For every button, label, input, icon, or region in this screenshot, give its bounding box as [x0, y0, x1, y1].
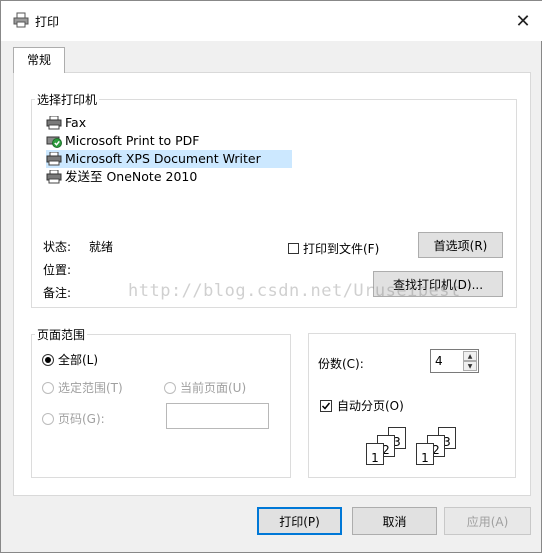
printer-icon [46, 151, 62, 166]
range-current-page-radio[interactable] [164, 381, 176, 394]
collate-label: 自动分页(O) [337, 399, 404, 413]
range-pages-label: 页码(G): [58, 412, 105, 426]
page-range-legend: 页面范围 [35, 326, 88, 343]
printer-name: Fax [65, 115, 87, 130]
collate-sheet: 1 [416, 443, 434, 465]
chevron-up-icon: ▲ [467, 352, 473, 360]
range-current-page-label: 当前页面(U) [180, 381, 247, 395]
tab-general[interactable]: 常规 [13, 47, 65, 73]
window-title: 打印 [35, 15, 60, 29]
range-selection-label: 选定范围(T) [58, 381, 123, 395]
printer-icon [46, 169, 62, 184]
range-selection-option[interactable]: 选定范围(T) [42, 379, 123, 396]
print-to-file-checkbox[interactable] [288, 243, 299, 254]
copies-up-button[interactable]: ▲ [463, 351, 477, 361]
range-all-option[interactable]: 全部(L) [42, 351, 98, 368]
printer-item-microsoft-xps-document-writer[interactable]: Microsoft XPS Document Writer [46, 150, 292, 168]
printer-name: Microsoft Print to PDF [65, 133, 200, 148]
copies-value: 4 [435, 354, 443, 368]
printer-item-fax[interactable]: Fax [46, 114, 292, 132]
find-printer-button[interactable]: 查找打印机(D)... [373, 271, 503, 297]
range-pages-radio[interactable] [42, 412, 54, 425]
title-bar: 打印 ✕ [1, 1, 543, 41]
printer-item-microsoft-print-to-pdf[interactable]: Microsoft Print to PDF [46, 132, 292, 150]
select-printer-legend: 选择打印机 [35, 91, 100, 108]
cancel-button[interactable]: 取消 [352, 507, 437, 535]
collate-sheet: 1 [366, 443, 384, 465]
copies-spinner[interactable]: 4 ▲ ▼ [430, 349, 479, 373]
printer-icon [13, 12, 29, 28]
status-label: 状态: [43, 240, 72, 254]
printer-name: Microsoft XPS Document Writer [65, 151, 261, 166]
tab-panel-general: 选择打印机 Fax Microsoft Print to PDF Microso… [13, 72, 531, 496]
printer-list[interactable]: Fax Microsoft Print to PDF Microsoft XPS… [46, 114, 292, 186]
location-label: 位置: [43, 263, 72, 277]
preferences-button[interactable]: 首选项(R) [418, 232, 503, 258]
print-to-file-label: 打印到文件(F) [303, 242, 380, 256]
default-printer-icon [46, 134, 62, 148]
copies-label: 份数(C): [318, 357, 364, 371]
fax-printer-icon [46, 115, 62, 130]
printer-item-send-to-onenote[interactable]: 发送至 OneNote 2010 [46, 168, 292, 186]
status-value: 就绪 [89, 240, 114, 254]
print-to-file-option[interactable]: 打印到文件(F) [288, 240, 379, 257]
range-current-page-option[interactable]: 当前页面(U) [164, 379, 246, 396]
range-selection-radio[interactable] [42, 381, 54, 394]
print-button[interactable]: 打印(P) [257, 507, 342, 535]
apply-button[interactable]: 应用(A) [444, 507, 531, 535]
print-dialog: 打印 ✕ 常规 选择打印机 Fax Microsoft Print to PDF… [0, 0, 543, 553]
comment-label: 备注: [43, 286, 72, 300]
collate-option[interactable]: 自动分页(O) [320, 397, 404, 414]
collate-checkbox[interactable] [320, 399, 332, 412]
range-all-label: 全部(L) [58, 353, 99, 367]
range-pages-option[interactable]: 页码(G): [42, 410, 105, 427]
close-icon: ✕ [515, 10, 531, 32]
printer-name: 发送至 OneNote 2010 [65, 169, 198, 184]
close-button[interactable]: ✕ [509, 9, 537, 33]
range-all-radio[interactable] [42, 353, 54, 366]
chevron-down-icon: ▼ [467, 362, 473, 370]
page-numbers-input[interactable] [166, 403, 269, 429]
copies-down-button[interactable]: ▼ [463, 361, 477, 371]
collate-preview: 3 2 1 3 2 1 [354, 425, 494, 469]
